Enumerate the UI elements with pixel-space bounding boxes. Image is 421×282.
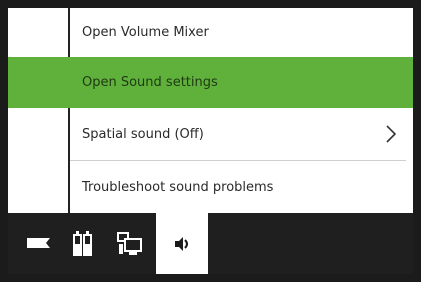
menu-item-spatial-sound[interactable]: Spatial sound (Off) <box>8 108 413 160</box>
window-border-top <box>0 0 421 8</box>
context-menu: Open Volume Mixer Open Sound settings Sp… <box>8 8 413 213</box>
taskbar <box>8 213 413 274</box>
volume-tray-button[interactable] <box>156 213 208 274</box>
battery-icon[interactable] <box>66 213 100 274</box>
window-border-left <box>0 0 8 282</box>
network-icon[interactable] <box>112 213 148 274</box>
menu-item-open-sound-settings[interactable]: Open Sound settings <box>8 57 413 108</box>
menu-item-label: Spatial sound (Off) <box>82 126 204 142</box>
sound-context-menu-screenshot: Open Volume Mixer Open Sound settings Sp… <box>0 0 421 282</box>
menu-item-troubleshoot-sound[interactable]: Troubleshoot sound problems <box>8 161 413 213</box>
volume-icon <box>175 236 188 251</box>
menu-item-label: Open Sound settings <box>82 75 218 90</box>
menu-item-open-volume-mixer[interactable]: Open Volume Mixer <box>8 8 413 57</box>
menu-item-label: Troubleshoot sound problems <box>82 179 274 195</box>
arrow-flag-icon[interactable] <box>22 213 56 274</box>
window-border-right <box>413 0 421 282</box>
menu-item-label: Open Volume Mixer <box>82 25 209 40</box>
chevron-right-icon <box>386 125 397 143</box>
window-border-bottom <box>0 274 421 282</box>
